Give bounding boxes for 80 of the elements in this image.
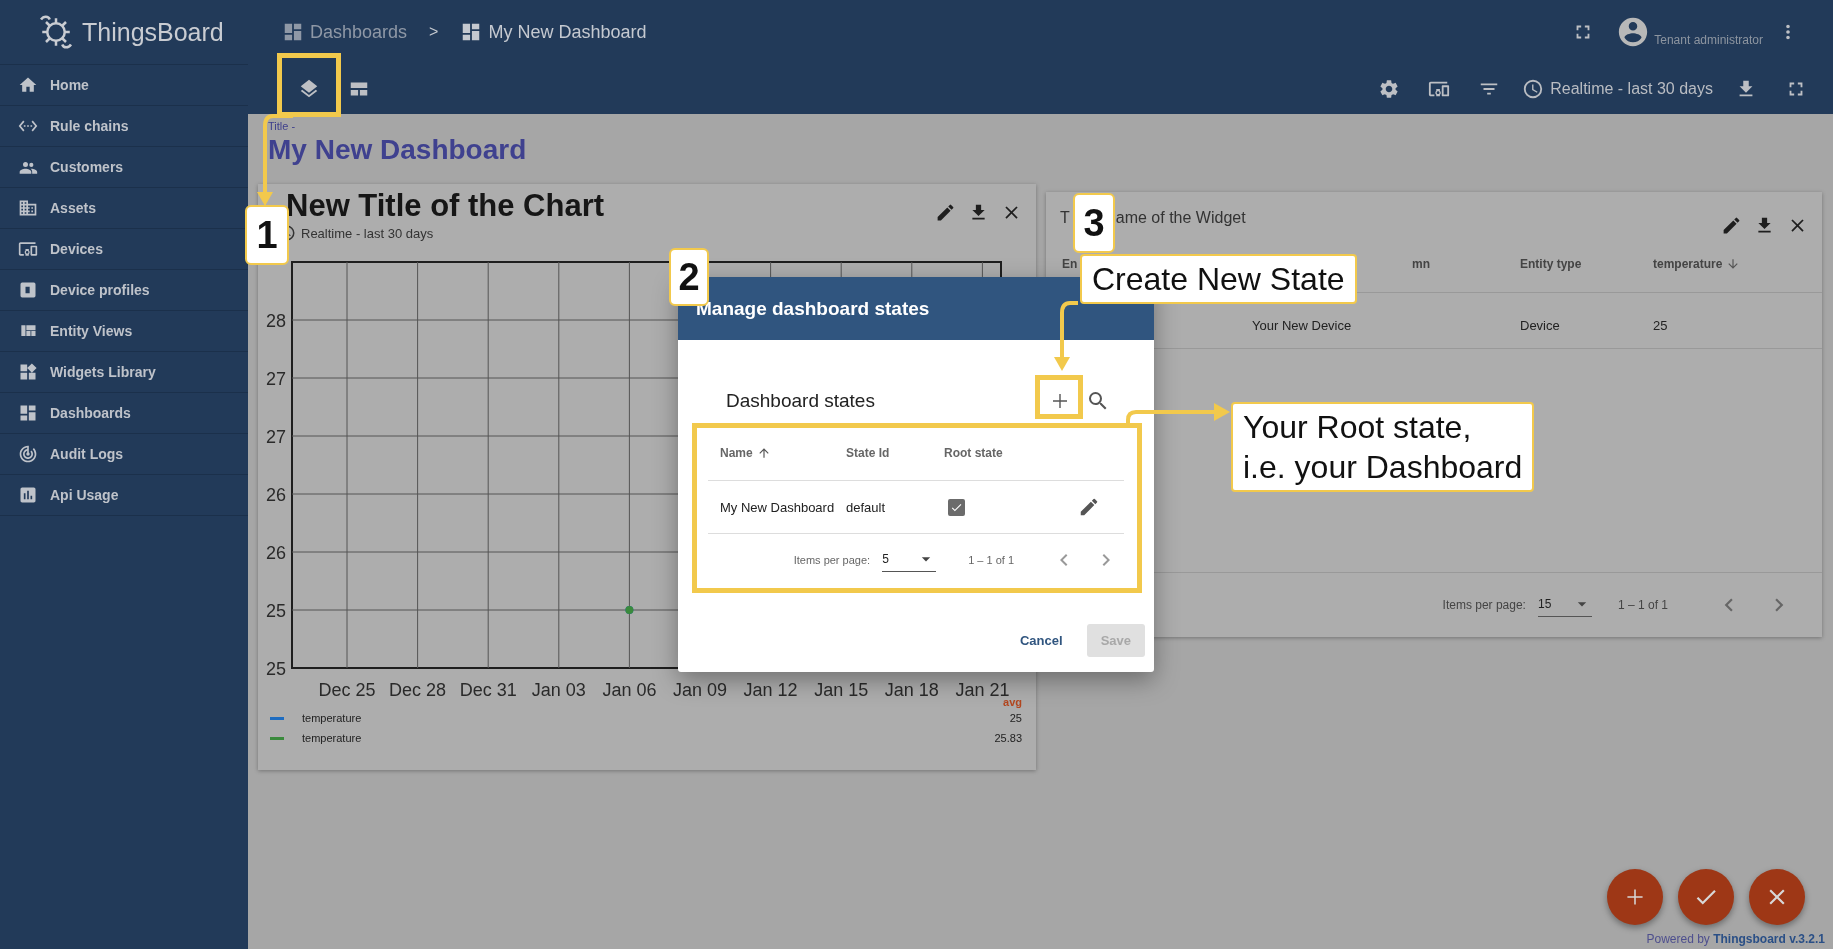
target-icon bbox=[18, 444, 38, 464]
y-axis-label: 25 bbox=[265, 659, 286, 679]
page-size-select[interactable]: 15 bbox=[1537, 593, 1592, 617]
layers-icon[interactable] bbox=[298, 78, 320, 100]
widgets-icon bbox=[18, 362, 38, 382]
highlight-frame bbox=[277, 53, 341, 117]
app-name: ThingsBoard bbox=[82, 17, 224, 47]
dashboard-icon bbox=[18, 403, 38, 423]
x-axis-label: Jan 06 bbox=[602, 680, 657, 700]
x-axis-label: Dec 31 bbox=[459, 680, 517, 700]
sidebar-item[interactable]: Entity Views bbox=[0, 311, 248, 352]
column-header[interactable]: Entity type bbox=[1520, 257, 1582, 271]
callout-text: Create New State bbox=[1080, 254, 1357, 304]
x-axis-label: Jan 09 bbox=[673, 680, 727, 700]
table-cell: Your New Device bbox=[1252, 318, 1352, 333]
sidebar-item[interactable]: Dashboards bbox=[0, 393, 248, 434]
y-axis-label: 26 bbox=[265, 543, 286, 563]
legend-value: 25 bbox=[1009, 712, 1022, 724]
x-axis-label: Jan 18 bbox=[884, 680, 939, 700]
edit-icon[interactable] bbox=[935, 202, 956, 223]
page-range: 1 – 1 of 1 bbox=[968, 554, 1014, 566]
step-number: 3 bbox=[1073, 193, 1115, 253]
breadcrumb-link[interactable]: Dashboards bbox=[310, 21, 408, 43]
column-header[interactable]: Name bbox=[720, 446, 753, 460]
table-cell: Device bbox=[1520, 318, 1560, 333]
column-header[interactable]: State Id bbox=[846, 446, 890, 460]
table-cell-text: default bbox=[846, 499, 887, 515]
x-axis-label: Jan 15 bbox=[814, 680, 869, 700]
x-axis-label: Dec 28 bbox=[389, 680, 447, 700]
x-axis-label: Jan 03 bbox=[531, 680, 586, 700]
highlight-frame bbox=[1035, 375, 1083, 419]
title-label: Title - bbox=[267, 119, 297, 132]
sidebar-item[interactable]: Home bbox=[0, 65, 248, 106]
home-icon bbox=[18, 75, 38, 95]
column-header[interactable]: En bbox=[1062, 257, 1078, 271]
section-title: Dashboard states bbox=[726, 390, 875, 412]
page-size-label: Items per page: bbox=[1442, 598, 1526, 612]
page-range: 1 – 1 of 1 bbox=[1617, 598, 1668, 612]
x-axis-label: Jan 12 bbox=[743, 680, 798, 700]
callout-text: Your Root state, i.e. your Dashboard bbox=[1231, 402, 1535, 492]
sidebar-item[interactable]: Device profiles bbox=[0, 270, 248, 311]
legend-value: 25.83 bbox=[994, 732, 1022, 744]
devices-icon bbox=[18, 239, 38, 259]
y-axis-label: 27 bbox=[265, 427, 286, 447]
sidebar-item[interactable]: Audit Logs bbox=[0, 434, 248, 475]
timewindow-button[interactable]: Realtime - last 30 days bbox=[1514, 78, 1721, 100]
legend-label: temperature bbox=[302, 712, 362, 724]
clock-icon bbox=[1522, 78, 1545, 100]
column-header[interactable]: mn bbox=[1412, 257, 1430, 271]
checkbox[interactable] bbox=[948, 498, 965, 516]
sidebar-item[interactable]: Api Usage bbox=[0, 475, 248, 516]
y-axis-label: 27 bbox=[265, 369, 286, 389]
widget-title: New Title of the Chart bbox=[286, 188, 605, 224]
edit-icon[interactable] bbox=[1078, 496, 1100, 518]
breadcrumb-separator: > bbox=[429, 23, 439, 41]
step-number: 1 bbox=[245, 205, 289, 265]
cancel-button[interactable]: Cancel bbox=[1006, 624, 1077, 657]
column-header[interactable]: Root state bbox=[944, 446, 1003, 460]
dashboard-icon[interactable] bbox=[282, 21, 304, 43]
dashboard-title: My New Dashboard bbox=[267, 133, 528, 166]
y-axis-label: 28 bbox=[265, 311, 286, 331]
table-cell: 25 bbox=[1653, 318, 1668, 333]
timewindow-label: Realtime - last 30 days bbox=[301, 225, 434, 241]
settings-icon[interactable] bbox=[1378, 78, 1401, 100]
user-role: Tenant administrator bbox=[1654, 33, 1763, 47]
y-axis-label: 25 bbox=[265, 601, 286, 621]
powered-by-text: Powered by Thingsboard v.3.2.1 bbox=[1646, 932, 1825, 946]
x-axis-label: Dec 25 bbox=[318, 680, 376, 700]
widget-title: T bbox=[1060, 209, 1070, 227]
sidebar-item[interactable]: Widgets Library bbox=[0, 352, 248, 393]
table-cell-text: My New Dashboard bbox=[719, 499, 836, 515]
legend-label: temperature bbox=[302, 732, 362, 744]
page-size-label: Items per page: bbox=[793, 554, 871, 566]
page-size-select[interactable]: 5 bbox=[882, 548, 937, 572]
building-icon bbox=[18, 198, 38, 218]
column-header[interactable]: temperature bbox=[1653, 257, 1723, 271]
breadcrumb-current: My New Dashboard bbox=[488, 21, 647, 43]
bar-chart-icon bbox=[18, 485, 38, 505]
y-axis-label: 26 bbox=[265, 485, 286, 505]
widget-title: ame of the Widget bbox=[1115, 209, 1246, 227]
